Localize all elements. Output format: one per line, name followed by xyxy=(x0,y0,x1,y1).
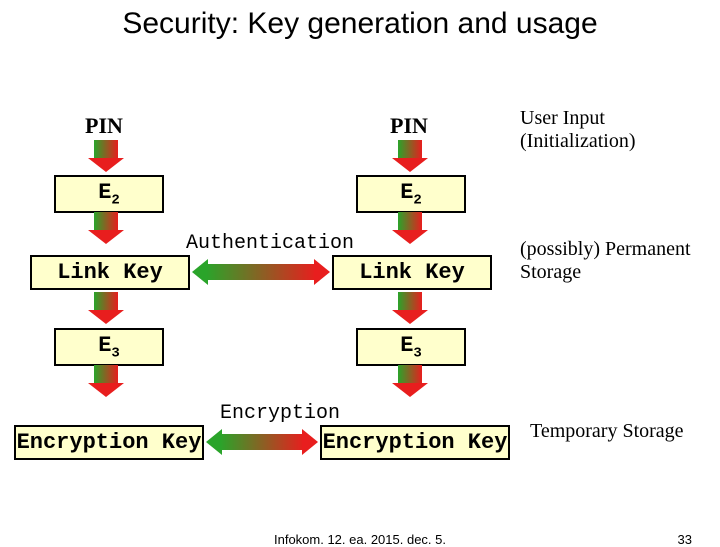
arrow-down-icon xyxy=(94,140,118,172)
left-e2-box: E2 xyxy=(54,175,164,213)
left-enckey-box: Encryption Key xyxy=(14,425,204,460)
arrow-down-icon xyxy=(94,212,118,244)
left-e3-box: E3 xyxy=(54,328,164,366)
box-sub: 2 xyxy=(111,192,119,208)
right-pin-label: PIN xyxy=(390,113,428,139)
left-pin-label: PIN xyxy=(85,113,123,139)
box-sub: 3 xyxy=(413,345,421,361)
right-enckey-box: Encryption Key xyxy=(320,425,510,460)
box-sub: 3 xyxy=(111,345,119,361)
box-label: E xyxy=(98,180,111,205)
arrow-down-icon xyxy=(94,292,118,324)
slide-title: Security: Key generation and usage xyxy=(0,0,720,42)
left-linkkey-box: Link Key xyxy=(30,255,190,290)
mid-auth-label: Authentication xyxy=(170,232,370,255)
annot-temp-storage: Temporary Storage xyxy=(530,420,700,443)
arrow-down-icon xyxy=(398,212,422,244)
annot-user-input: User Input (Initialization) xyxy=(520,107,700,153)
double-arrow-icon xyxy=(192,264,330,280)
annot-perm-storage: (possibly) Permanent Storage xyxy=(520,238,700,284)
arrow-down-icon xyxy=(94,365,118,397)
double-arrow-icon xyxy=(206,434,318,450)
mid-enc-label: Encryption xyxy=(200,402,360,425)
box-label: E xyxy=(98,333,111,358)
right-e3-box: E3 xyxy=(356,328,466,366)
right-e2-box: E2 xyxy=(356,175,466,213)
arrow-down-icon xyxy=(398,365,422,397)
box-sub: 2 xyxy=(413,192,421,208)
arrow-down-icon xyxy=(398,292,422,324)
box-label: E xyxy=(400,180,413,205)
right-linkkey-box: Link Key xyxy=(332,255,492,290)
arrow-down-icon xyxy=(398,140,422,172)
box-label: E xyxy=(400,333,413,358)
